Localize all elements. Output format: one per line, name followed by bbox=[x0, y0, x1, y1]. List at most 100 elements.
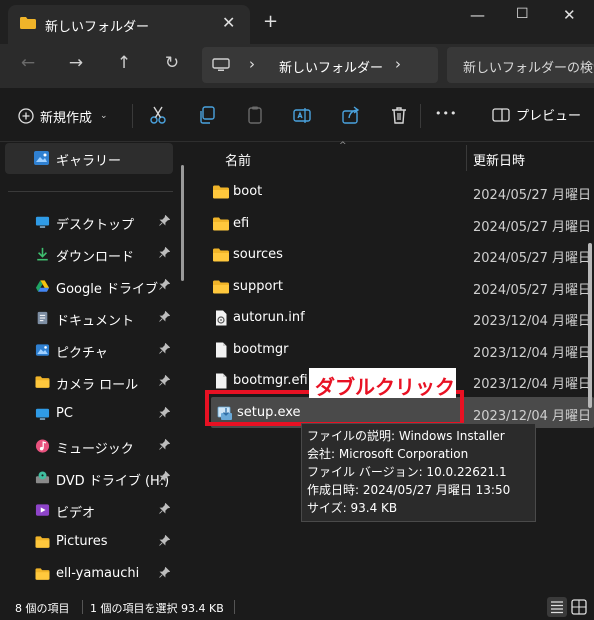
new-tab-button[interactable]: + bbox=[263, 11, 278, 32]
file-name: efi bbox=[233, 215, 250, 231]
search-box[interactable]: 新しいフォルダーの検索 bbox=[447, 47, 594, 83]
status-item-count: 8 個の項目 bbox=[15, 602, 70, 615]
up-button[interactable]: ↑ bbox=[110, 53, 138, 77]
chevron-right-icon[interactable]: › bbox=[249, 55, 255, 73]
file-row[interactable]: bootmgr 2023/12/04 月曜日 bbox=[207, 334, 594, 365]
settings-file-icon bbox=[216, 310, 227, 326]
pin-icon[interactable] bbox=[159, 310, 171, 325]
file-row[interactable]: autorun.inf 2023/12/04 月曜日 bbox=[207, 302, 594, 333]
refresh-button[interactable]: ↻ bbox=[158, 53, 186, 77]
sidebar-item-google-drive[interactable]: Google ドライブ bbox=[0, 271, 180, 301]
sidebar-item-music[interactable]: ミュージック bbox=[0, 431, 180, 461]
pin-icon[interactable] bbox=[159, 214, 171, 229]
forward-button[interactable]: → bbox=[62, 53, 90, 77]
chevron-right-icon[interactable]: › bbox=[395, 55, 401, 73]
tooltip-company: 会社: Microsoft Corporation bbox=[307, 447, 469, 461]
sidebar-item-dvd[interactable]: DVD ドライブ (H:) bbox=[0, 463, 180, 493]
music-icon bbox=[35, 439, 50, 453]
file-info-tooltip: ファイルの説明: Windows Installer 会社: Microsoft… bbox=[301, 423, 536, 522]
preview-pane-icon bbox=[492, 107, 510, 122]
pin-icon[interactable] bbox=[159, 502, 171, 517]
breadcrumb-current[interactable]: 新しいフォルダー bbox=[279, 57, 383, 76]
column-divider[interactable] bbox=[466, 145, 467, 171]
pin-icon[interactable] bbox=[159, 246, 171, 261]
preview-label: プレビュー bbox=[516, 109, 582, 124]
file-name: bootmgr bbox=[233, 341, 289, 357]
column-header-modified[interactable]: 更新日時 bbox=[473, 150, 525, 169]
sidebar-item-gallery[interactable]: ギャラリー bbox=[5, 143, 173, 174]
new-button[interactable]: 新規作成 ⌄ bbox=[18, 104, 108, 128]
sidebar-item-label: Google ドライブ bbox=[56, 282, 158, 297]
folder-icon bbox=[35, 536, 50, 548]
file-name: sources bbox=[233, 247, 283, 262]
tooltip-created: 作成日時: 2024/05/27 月曜日 13:50 bbox=[307, 483, 511, 497]
file-list-scrollbar[interactable] bbox=[588, 243, 592, 408]
file-icon bbox=[216, 373, 227, 389]
share-icon[interactable] bbox=[341, 105, 361, 125]
cut-icon[interactable] bbox=[148, 105, 168, 125]
pin-icon[interactable] bbox=[159, 278, 171, 293]
pin-icon[interactable] bbox=[159, 470, 171, 485]
file-row[interactable]: sources 2024/05/27 月曜日 bbox=[207, 239, 594, 270]
maximize-button[interactable]: ☐ bbox=[516, 6, 529, 22]
file-row[interactable]: support 2024/05/27 月曜日 bbox=[207, 271, 594, 302]
file-row[interactable]: efi 2024/05/27 月曜日 bbox=[207, 208, 594, 239]
sidebar-scrollbar[interactable] bbox=[181, 165, 184, 281]
search-input[interactable]: 新しいフォルダーの検索 bbox=[463, 57, 594, 76]
sidebar-item-pc[interactable]: PC bbox=[0, 399, 180, 429]
sidebar-item-label: ビデオ bbox=[56, 506, 96, 521]
plus-circle-icon bbox=[18, 108, 34, 124]
sidebar-divider bbox=[8, 191, 173, 192]
folder-icon bbox=[213, 217, 229, 230]
sidebar-item-folder[interactable]: カメラ ロール bbox=[0, 367, 180, 397]
delete-icon[interactable] bbox=[389, 105, 409, 125]
copy-icon[interactable] bbox=[197, 105, 217, 125]
sidebar-item-folder[interactable]: Pictures bbox=[0, 527, 180, 557]
sidebar-item-folder[interactable]: ell-yamauchi bbox=[0, 559, 180, 589]
more-options-button[interactable]: ••• bbox=[435, 107, 457, 120]
pin-icon[interactable] bbox=[159, 342, 171, 357]
sidebar-item-label: カメラ ロール bbox=[56, 378, 139, 393]
pin-icon[interactable] bbox=[159, 566, 171, 581]
tiles-view-button[interactable] bbox=[569, 597, 589, 617]
video-icon bbox=[35, 504, 50, 516]
toolbar-divider bbox=[420, 104, 421, 128]
pin-icon[interactable] bbox=[159, 534, 171, 549]
tab-title: 新しいフォルダー bbox=[45, 20, 150, 35]
file-name: boot bbox=[233, 184, 263, 199]
file-row[interactable]: boot 2024/05/27 月曜日 bbox=[207, 176, 594, 207]
sidebar-item-label: PC bbox=[56, 406, 73, 421]
file-modified-date: 2024/05/27 月曜日 bbox=[473, 188, 592, 203]
close-button[interactable]: ✕ bbox=[563, 6, 576, 24]
sidebar-item-download[interactable]: ダウンロード bbox=[0, 239, 180, 269]
file-modified-date: 2024/05/27 月曜日 bbox=[473, 251, 592, 266]
pin-icon[interactable] bbox=[159, 374, 171, 389]
back-button[interactable]: ← bbox=[14, 53, 42, 77]
preview-pane-button[interactable]: プレビュー bbox=[492, 105, 581, 124]
pin-icon[interactable] bbox=[159, 438, 171, 453]
file-modified-date: 2023/12/04 月曜日 bbox=[473, 377, 592, 392]
pin-icon[interactable] bbox=[159, 406, 171, 421]
minimize-button[interactable]: — bbox=[470, 6, 485, 24]
tab-active[interactable]: 新しいフォルダー ✕ bbox=[8, 5, 250, 44]
sort-indicator-icon: ^ bbox=[339, 141, 347, 151]
pictures-icon bbox=[35, 344, 50, 356]
status-divider bbox=[234, 600, 235, 614]
status-selection: 1 個の項目を選択 93.4 KB bbox=[90, 602, 224, 615]
file-icon bbox=[216, 342, 227, 357]
sidebar-item-desktop[interactable]: デスクトップ bbox=[0, 207, 180, 237]
column-header-name[interactable]: 名前 bbox=[225, 150, 251, 169]
address-bar[interactable]: › 新しいフォルダー › bbox=[202, 47, 438, 83]
sidebar-item-documents[interactable]: ドキュメント bbox=[0, 303, 180, 333]
new-button-label: 新規作成 bbox=[40, 110, 93, 126]
paste-icon[interactable] bbox=[245, 105, 265, 125]
details-view-button[interactable] bbox=[547, 597, 567, 617]
sidebar-item-label: DVD ドライブ (H:) bbox=[56, 474, 170, 489]
pc-icon bbox=[35, 408, 50, 420]
toolbar-divider bbox=[132, 104, 133, 128]
rename-icon[interactable] bbox=[292, 105, 312, 125]
tab-close-button[interactable]: ✕ bbox=[222, 13, 235, 32]
sidebar-item-video[interactable]: ビデオ bbox=[0, 495, 180, 525]
sidebar-item-label: ell-yamauchi bbox=[56, 566, 140, 581]
sidebar-item-pictures[interactable]: ピクチャ bbox=[0, 335, 180, 365]
